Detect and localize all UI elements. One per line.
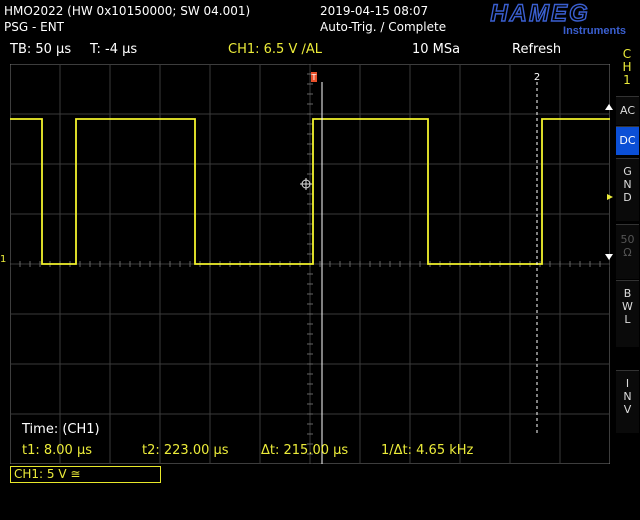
brand-text: HAMEG (490, 1, 589, 27)
right-edge-markers (605, 104, 613, 260)
cursor-title: Time: (CH1) (21, 422, 100, 437)
timebase-readout[interactable]: TB: 50 µs (10, 42, 71, 57)
device-mode: PSG - ENT (4, 20, 64, 34)
coupling-ac-button[interactable]: AC (616, 96, 639, 125)
hameg-logo: HAMEG Instruments (490, 1, 626, 37)
impedance-50ohm-button[interactable]: 50 Ω (616, 224, 639, 279)
down-arrow-icon (605, 254, 613, 260)
cursor-t1-readout: t1: 8.00 µs (22, 443, 92, 458)
invert-button[interactable]: I N V (616, 370, 639, 433)
channel-label: C H 1 (622, 47, 632, 87)
trigger-time-readout[interactable]: T: -4 µs (90, 42, 137, 57)
bandwidth-limit-button[interactable]: B W L (616, 280, 639, 347)
cursor-t2-readout: t2: 223.00 µs (142, 443, 229, 458)
channel-sidebar: C H 1 AC DC G N D 50 Ω B W L I N V (605, 40, 640, 520)
acquisition-mode-readout[interactable]: Refresh (512, 42, 561, 57)
ch1-ground-marker[interactable]: 1 (0, 252, 10, 264)
sample-rate-readout[interactable]: 10 MSa (412, 42, 460, 57)
brand-subtext: Instruments (563, 25, 626, 37)
waveform-display[interactable]: T 2 Time: (CH1) t1: 8.00 µs t2: 223.00 µ… (10, 64, 610, 464)
ch1-status-box[interactable]: CH1: 5 V ≅ (10, 466, 161, 483)
ch1-ground-label: 1 (0, 254, 6, 264)
device-model: HMO2022 (HW 0x10150000; SW 04.001) (4, 4, 251, 18)
trigger-status: Auto-Trig. / Complete (320, 20, 447, 34)
cursor-frequency-readout: 1/Δt: 4.65 kHz (381, 443, 474, 458)
cursor-2-label: 2 (534, 72, 540, 83)
timestamp: 2019-04-15 08:07 (320, 4, 429, 18)
trigger-position-label: T (311, 73, 317, 82)
trigger-setting-readout[interactable]: CH1: 6.5 V ∕AL (228, 42, 322, 57)
coupling-dc-button[interactable]: DC (616, 126, 639, 155)
cursor-delta-readout: Δt: 215.00 µs (261, 443, 348, 458)
trigger-level-marker-icon (607, 194, 613, 200)
coupling-gnd-button[interactable]: G N D (616, 158, 639, 221)
up-arrow-icon (605, 104, 613, 110)
settings-bar: TB: 50 µs T: -4 µs CH1: 6.5 V ∕AL 10 MSa… (0, 40, 612, 60)
